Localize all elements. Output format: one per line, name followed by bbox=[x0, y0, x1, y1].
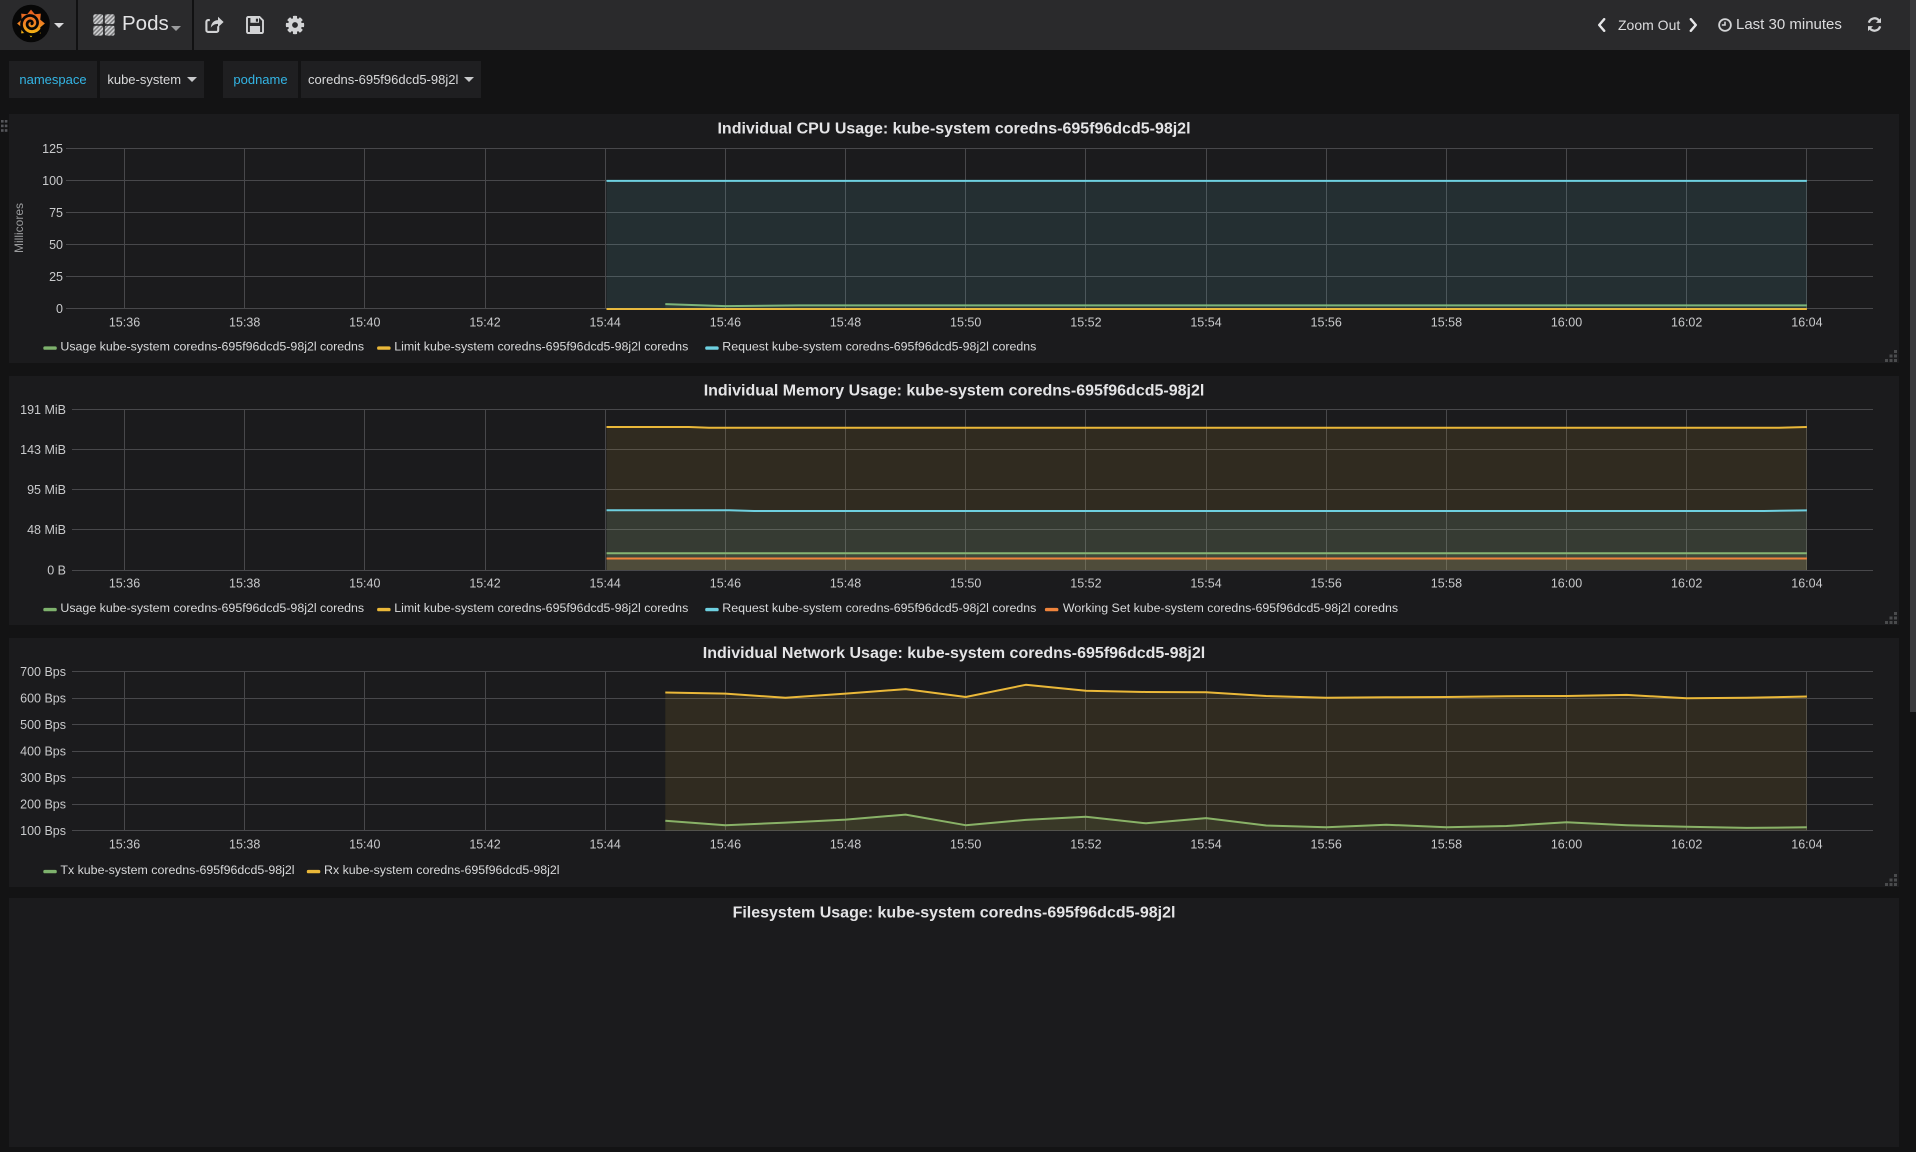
svg-text:95 MiB: 95 MiB bbox=[27, 483, 66, 497]
svg-text:48 MiB: 48 MiB bbox=[27, 523, 66, 537]
svg-text:15:52: 15:52 bbox=[1070, 316, 1101, 330]
svg-text:15:50: 15:50 bbox=[950, 576, 981, 590]
svg-text:191 MiB: 191 MiB bbox=[20, 403, 66, 417]
svg-text:300 Bps: 300 Bps bbox=[20, 771, 66, 785]
svg-text:100 Bps: 100 Bps bbox=[20, 824, 66, 838]
svg-text:15:46: 15:46 bbox=[710, 316, 741, 330]
svg-text:400 Bps: 400 Bps bbox=[20, 744, 66, 758]
svg-text:Limit kube-system coredns-695f: Limit kube-system coredns-695f96dcd5-98j… bbox=[394, 601, 688, 615]
svg-text:15:36: 15:36 bbox=[109, 837, 140, 851]
svg-text:Rx kube-system coredns-695f96d: Rx kube-system coredns-695f96dcd5-98j2l bbox=[324, 863, 560, 877]
svg-text:15:56: 15:56 bbox=[1311, 837, 1342, 851]
svg-text:Tx kube-system coredns-695f96d: Tx kube-system coredns-695f96dcd5-98j2l bbox=[60, 863, 294, 877]
svg-text:15:38: 15:38 bbox=[229, 316, 260, 330]
svg-text:16:00: 16:00 bbox=[1551, 576, 1582, 590]
svg-text:15:58: 15:58 bbox=[1431, 837, 1462, 851]
svg-text:16:02: 16:02 bbox=[1671, 576, 1702, 590]
svg-text:75: 75 bbox=[49, 206, 63, 220]
svg-text:15:44: 15:44 bbox=[590, 576, 621, 590]
svg-text:16:02: 16:02 bbox=[1671, 837, 1702, 851]
svg-text:500 Bps: 500 Bps bbox=[20, 718, 66, 732]
svg-text:15:58: 15:58 bbox=[1431, 316, 1462, 330]
svg-text:Individual CPU Usage: kube-sys: Individual CPU Usage: kube-system coredn… bbox=[717, 121, 1190, 138]
svg-text:15:48: 15:48 bbox=[830, 576, 861, 590]
svg-text:15:40: 15:40 bbox=[349, 316, 380, 330]
svg-text:15:42: 15:42 bbox=[469, 837, 500, 851]
svg-text:16:04: 16:04 bbox=[1791, 316, 1822, 330]
svg-text:100: 100 bbox=[42, 174, 63, 188]
svg-text:700 Bps: 700 Bps bbox=[20, 665, 66, 679]
svg-text:25: 25 bbox=[49, 270, 63, 284]
svg-text:Filesystem Usage: kube-system: Filesystem Usage: kube-system coredns-69… bbox=[733, 905, 1176, 922]
svg-text:15:54: 15:54 bbox=[1190, 576, 1221, 590]
svg-text:16:04: 16:04 bbox=[1791, 576, 1822, 590]
svg-text:Usage kube-system coredns-695f: Usage kube-system coredns-695f96dcd5-98j… bbox=[60, 339, 364, 353]
svg-text:15:40: 15:40 bbox=[349, 576, 380, 590]
svg-text:15:46: 15:46 bbox=[710, 576, 741, 590]
svg-text:15:36: 15:36 bbox=[109, 576, 140, 590]
svg-text:15:52: 15:52 bbox=[1070, 837, 1101, 851]
svg-text:Limit kube-system coredns-695f: Limit kube-system coredns-695f96dcd5-98j… bbox=[394, 339, 688, 353]
svg-text:15:52: 15:52 bbox=[1070, 576, 1101, 590]
svg-text:0: 0 bbox=[56, 302, 63, 316]
svg-text:200 Bps: 200 Bps bbox=[20, 797, 66, 811]
svg-text:15:56: 15:56 bbox=[1311, 576, 1342, 590]
svg-text:15:50: 15:50 bbox=[950, 837, 981, 851]
svg-text:600 Bps: 600 Bps bbox=[20, 691, 66, 705]
svg-text:Request kube-system coredns-69: Request kube-system coredns-695f96dcd5-9… bbox=[722, 601, 1036, 615]
svg-text:Millicores: Millicores bbox=[12, 203, 26, 253]
svg-text:50: 50 bbox=[49, 238, 63, 252]
svg-text:15:44: 15:44 bbox=[590, 837, 621, 851]
svg-text:Working Set kube-system coredn: Working Set kube-system coredns-695f96dc… bbox=[1063, 601, 1398, 615]
svg-text:0 B: 0 B bbox=[47, 563, 66, 577]
svg-text:15:48: 15:48 bbox=[830, 837, 861, 851]
svg-text:15:58: 15:58 bbox=[1431, 576, 1462, 590]
svg-text:15:36: 15:36 bbox=[109, 316, 140, 330]
svg-text:15:42: 15:42 bbox=[469, 316, 500, 330]
svg-text:15:46: 15:46 bbox=[710, 837, 741, 851]
svg-text:15:38: 15:38 bbox=[229, 837, 260, 851]
svg-text:15:56: 15:56 bbox=[1311, 316, 1342, 330]
svg-text:15:54: 15:54 bbox=[1190, 837, 1221, 851]
svg-text:125: 125 bbox=[42, 142, 63, 156]
svg-text:16:00: 16:00 bbox=[1551, 837, 1582, 851]
svg-text:15:42: 15:42 bbox=[469, 576, 500, 590]
svg-text:16:02: 16:02 bbox=[1671, 316, 1702, 330]
svg-text:15:54: 15:54 bbox=[1190, 316, 1221, 330]
svg-text:15:38: 15:38 bbox=[229, 576, 260, 590]
svg-text:Request kube-system coredns-69: Request kube-system coredns-695f96dcd5-9… bbox=[722, 339, 1036, 353]
svg-text:15:50: 15:50 bbox=[950, 316, 981, 330]
svg-text:Individual Memory Usage: kube-: Individual Memory Usage: kube-system cor… bbox=[704, 383, 1205, 400]
svg-text:15:40: 15:40 bbox=[349, 837, 380, 851]
svg-text:16:00: 16:00 bbox=[1551, 316, 1582, 330]
svg-text:16:04: 16:04 bbox=[1791, 837, 1822, 851]
svg-text:15:48: 15:48 bbox=[830, 316, 861, 330]
svg-text:Usage kube-system coredns-695f: Usage kube-system coredns-695f96dcd5-98j… bbox=[60, 601, 364, 615]
svg-text:Individual Network Usage: kube: Individual Network Usage: kube-system co… bbox=[703, 645, 1205, 662]
svg-text:143 MiB: 143 MiB bbox=[20, 443, 66, 457]
svg-text:15:44: 15:44 bbox=[590, 316, 621, 330]
